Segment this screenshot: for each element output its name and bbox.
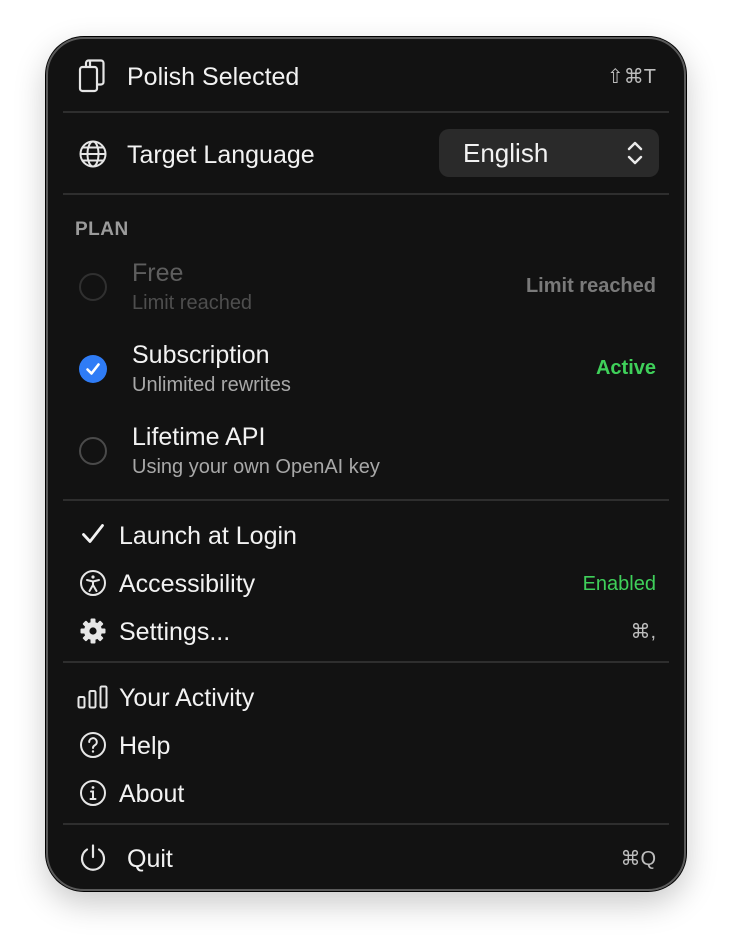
about-label: About — [119, 780, 185, 808]
polish-selected-label: Polish Selected — [127, 63, 300, 91]
plan-option-lifetime-api[interactable]: Lifetime API Using your own OpenAI key — [48, 417, 684, 499]
about-item[interactable]: About — [48, 771, 684, 817]
radio-free — [79, 273, 107, 301]
target-language-label: Target Language — [127, 141, 315, 169]
accessibility-item[interactable]: Accessibility Enabled — [48, 561, 684, 607]
accessibility-label: Accessibility — [119, 570, 256, 598]
separator — [63, 661, 669, 663]
checkmark-icon — [86, 363, 100, 375]
menu-bar-popover: Polish Selected ⇧⌘T Target Language Engl… — [46, 37, 686, 891]
question-circle-icon — [79, 731, 107, 759]
quit-label: Quit — [127, 845, 173, 873]
accessibility-icon — [79, 569, 107, 597]
info-circle-icon — [79, 779, 107, 807]
separator — [63, 193, 669, 195]
plan-title-free: Free — [132, 259, 184, 287]
settings-item[interactable]: Settings... ⌘, — [48, 609, 684, 655]
help-item[interactable]: Help — [48, 723, 684, 769]
plan-title-subscription: Subscription — [132, 341, 270, 369]
accessibility-status: Enabled — [582, 573, 656, 595]
your-activity-label: Your Activity — [119, 684, 255, 712]
globe-icon — [78, 139, 108, 169]
quit-shortcut: ⌘Q — [620, 848, 656, 870]
plan-title-lifetime: Lifetime API — [132, 423, 266, 451]
polish-shortcut: ⇧⌘T — [607, 66, 656, 88]
document-copy-icon — [77, 58, 107, 94]
settings-shortcut: ⌘, — [630, 621, 656, 643]
checkmark-icon — [81, 522, 105, 546]
plan-option-subscription[interactable]: Subscription Unlimited rewrites Active — [48, 335, 684, 417]
gear-icon — [79, 617, 107, 645]
bar-chart-icon — [77, 685, 109, 709]
plan-heading: PLAN — [75, 219, 129, 240]
power-icon — [78, 843, 108, 873]
separator — [63, 499, 669, 501]
radio-lifetime-api — [79, 437, 107, 465]
settings-label: Settings... — [119, 618, 231, 646]
launch-at-login-item[interactable]: Launch at Login — [48, 513, 684, 559]
plan-option-free: Free Limit reached Limit reached — [48, 253, 684, 335]
plan-subtitle-lifetime: Using your own OpenAI key — [132, 456, 380, 478]
radio-subscription-checked — [79, 355, 107, 383]
quit-item[interactable]: Quit ⌘Q — [48, 825, 684, 889]
selected-language: English — [463, 138, 549, 168]
help-label: Help — [119, 732, 171, 760]
polish-selected-item[interactable]: Polish Selected ⇧⌘T — [48, 39, 684, 111]
plan-subtitle-free: Limit reached — [132, 292, 253, 314]
plan-status-free: Limit reached — [525, 275, 656, 297]
plan-status-subscription: Active — [595, 357, 656, 379]
launch-at-login-label: Launch at Login — [119, 522, 297, 550]
your-activity-item[interactable]: Your Activity — [48, 675, 684, 721]
chevron-up-down-icon — [627, 140, 643, 171]
plan-subtitle-subscription: Unlimited rewrites — [132, 374, 291, 396]
target-language-select[interactable]: English — [439, 129, 659, 177]
